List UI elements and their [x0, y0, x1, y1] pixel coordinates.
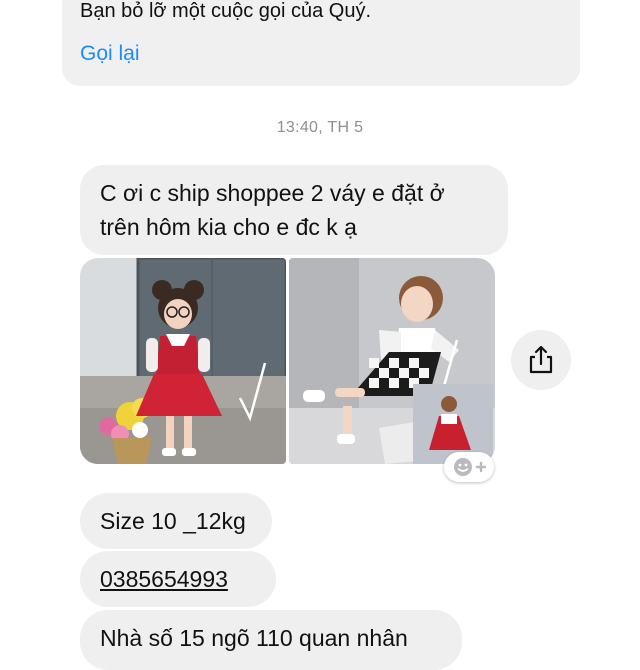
missed-call-text: Bạn bỏ lỡ một cuộc gọi của Quý.	[80, 0, 372, 22]
red-dress-image	[80, 258, 286, 464]
photo-plaid-dress[interactable]	[289, 258, 495, 464]
message-bubble-request[interactable]: C ơi c ship shoppee 2 váy e đặt ở trên h…	[80, 165, 508, 255]
plaid-dress-image	[289, 258, 495, 464]
message-bubble-phone[interactable]: 0385654993	[80, 551, 276, 607]
message-text: Nhà số 15 ngõ 110 quan nhân	[100, 625, 408, 651]
call-back-link[interactable]: Gọi lại	[80, 42, 140, 66]
message-bubble-address[interactable]: Nhà số 15 ngõ 110 quan nhân	[80, 610, 462, 670]
share-button[interactable]	[511, 330, 571, 390]
message-bubble-size[interactable]: Size 10 _12kg	[80, 493, 272, 549]
share-icon	[529, 345, 553, 374]
message-line: C ơi c ship shoppee 2 váy e đặt ở	[100, 180, 445, 206]
add-reaction-icon	[454, 458, 487, 476]
message-text: Size 10 _12kg	[100, 508, 246, 534]
photo-red-dress[interactable]	[80, 258, 286, 464]
add-reaction-button[interactable]	[444, 452, 494, 482]
message-timestamp: 13:40, TH 5	[276, 119, 364, 136]
phone-number-link[interactable]: 0385654993	[100, 562, 228, 596]
message-line: trên hôm kia cho e đc k ạ	[100, 214, 357, 240]
